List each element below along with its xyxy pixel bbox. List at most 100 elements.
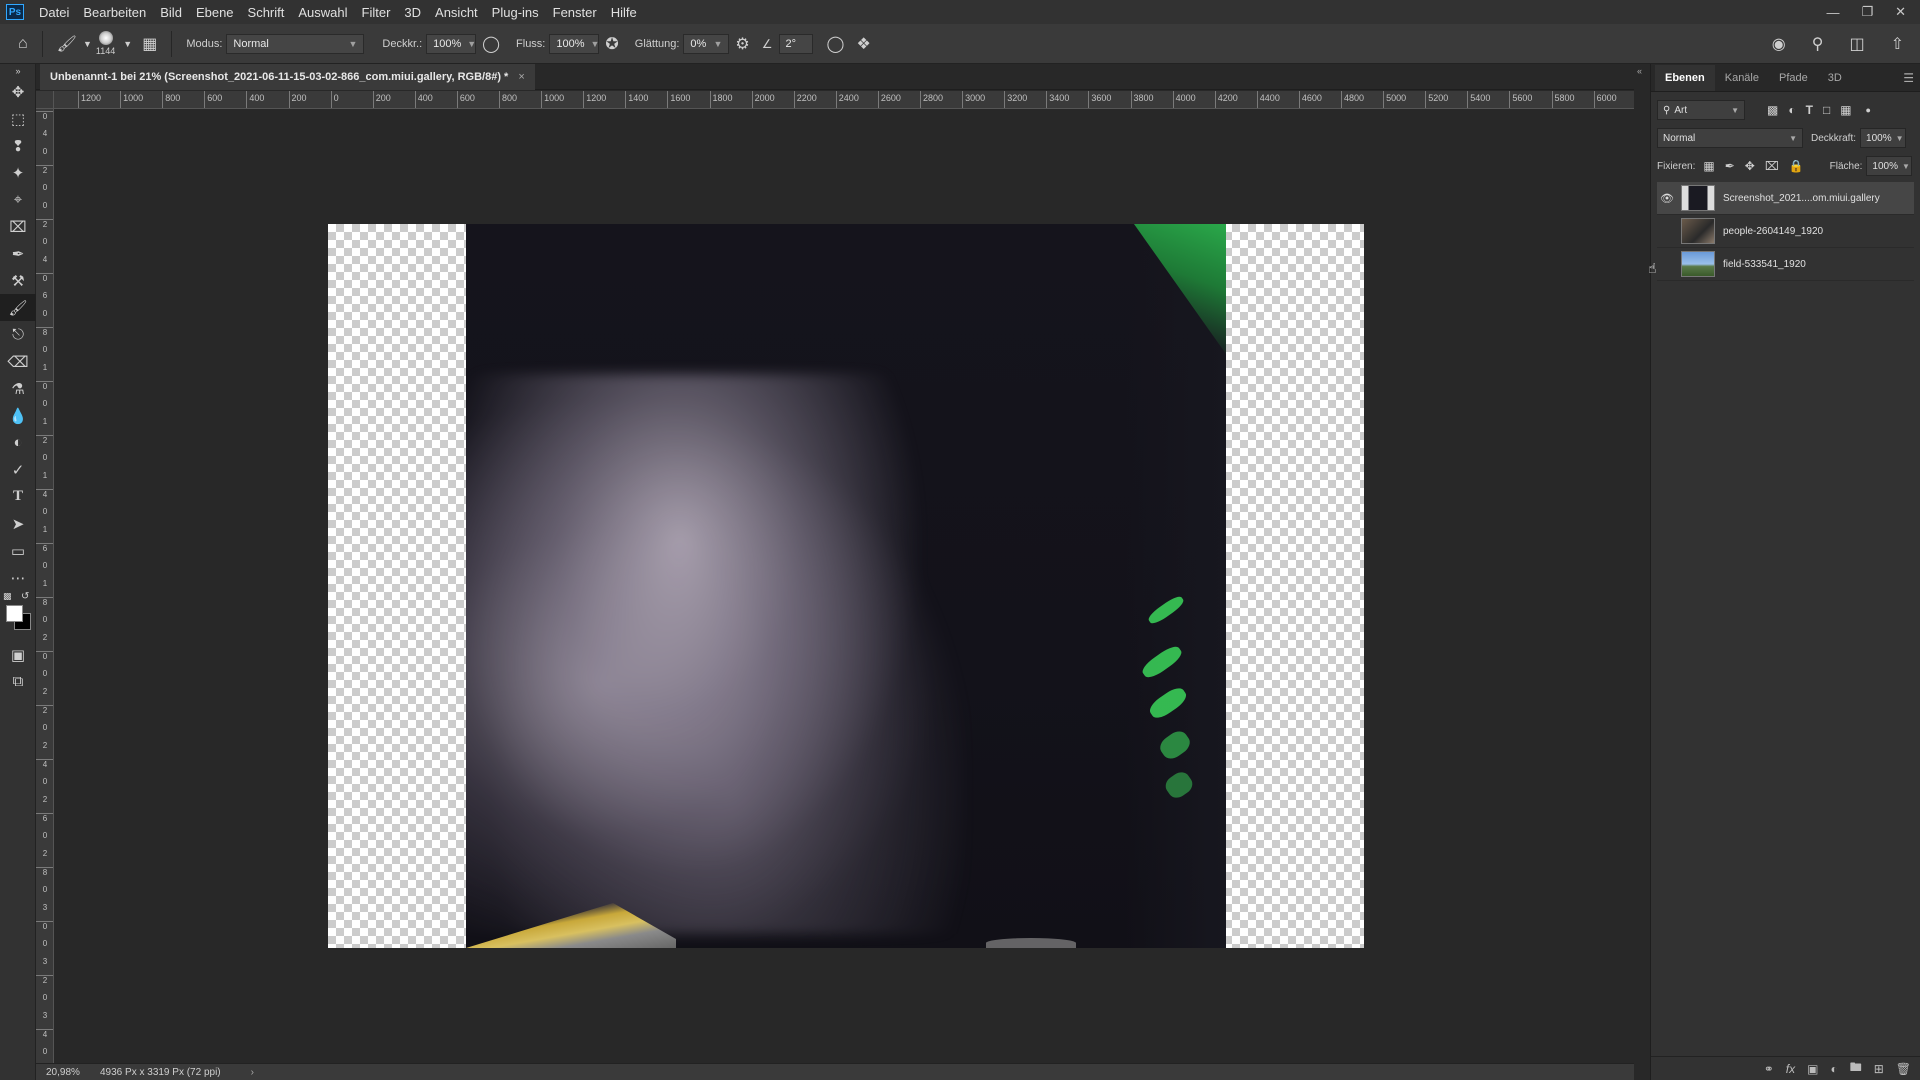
lock-transparency-icon[interactable]: ▦ <box>1703 159 1714 173</box>
opacity-field[interactable]: 100% ▼ <box>426 33 476 54</box>
pen-tool-icon[interactable]: ✓ <box>0 456 36 483</box>
lock-artboard-icon[interactable]: ⌧ <box>1765 159 1779 173</box>
collapse-panels-icon[interactable]: « <box>1637 66 1642 76</box>
link-layers-icon[interactable]: ⚭ <box>1764 1062 1774 1076</box>
close-window-icon[interactable]: ✕ <box>1895 4 1906 20</box>
new-group-icon[interactable]: 🖿 <box>1850 1058 1862 1079</box>
symmetry-butterfly-icon[interactable]: ❖ <box>856 34 870 54</box>
screen-mode-icon[interactable]: ⧉ <box>0 668 36 695</box>
brush-preset-picker[interactable]: 1144 <box>96 31 115 56</box>
filter-smart-object-icon[interactable]: ▦ <box>1840 103 1851 117</box>
brush-tool-icon[interactable]: 🖌 <box>0 294 36 321</box>
lock-position-icon[interactable]: ✥ <box>1745 159 1755 173</box>
path-selection-tool-icon[interactable]: ➤ <box>0 510 36 537</box>
lock-all-icon[interactable]: 🔒 <box>1789 159 1804 173</box>
eyedropper-tool-icon[interactable]: ✒ <box>0 240 36 267</box>
document-canvas[interactable] <box>328 224 1364 948</box>
panel-menu-icon[interactable]: ☰ <box>1903 71 1914 85</box>
horizontal-ruler[interactable]: 1200 1000 800 600 400 200 0 200 400 600 800 1000 120… <box>54 91 1634 109</box>
minimize-icon[interactable]: — <box>1826 5 1839 20</box>
layer-row[interactable]: 👁 people-2604149_1920 <box>1657 215 1914 248</box>
more-tools-icon[interactable]: ⋯ <box>0 564 36 591</box>
brush-tool-preset-icon[interactable]: 🖌 <box>57 34 77 54</box>
eraser-tool-icon[interactable]: ⌫ <box>0 348 36 375</box>
filter-type-icon[interactable]: T <box>1806 103 1813 117</box>
eye-icon[interactable]: 👁 <box>1657 225 1677 238</box>
restore-icon[interactable]: ❐ <box>1861 4 1873 20</box>
lasso-tool-icon[interactable]: ❢ <box>0 132 36 159</box>
filter-toggle-icon[interactable]: ● <box>1866 105 1871 115</box>
frame-tool-icon[interactable]: ⌧ <box>0 213 36 240</box>
cloud-docs-icon[interactable]: ◉ <box>1772 34 1786 54</box>
add-mask-icon[interactable]: ▣ <box>1807 1062 1818 1076</box>
filter-shape-icon[interactable]: □ <box>1823 103 1830 117</box>
clone-stamp-tool-icon[interactable]: ⎋ <box>0 321 36 348</box>
blend-mode-select[interactable]: Normal ▼ <box>1657 128 1803 148</box>
move-tool-icon[interactable]: ✥ <box>0 78 36 105</box>
home-icon[interactable]: ⌂ <box>18 35 28 53</box>
delete-layer-icon[interactable]: 🗑 <box>1896 1062 1911 1076</box>
menu-bearbeiten[interactable]: Bearbeiten <box>76 5 153 20</box>
menu-hilfe[interactable]: Hilfe <box>604 5 644 20</box>
type-tool-icon[interactable]: T <box>0 483 36 510</box>
smoothing-field[interactable]: 0% ▼ <box>683 33 730 54</box>
share-icon[interactable]: ⇧ <box>1891 34 1904 54</box>
menu-ansicht[interactable]: Ansicht <box>428 5 485 20</box>
canvas-area[interactable] <box>54 109 1634 1063</box>
menu-filter[interactable]: Filter <box>355 5 398 20</box>
tab-3d[interactable]: 3D <box>1818 65 1852 91</box>
tab-ebenen[interactable]: Ebenen <box>1655 65 1715 91</box>
pressure-opacity-icon[interactable]: ◯ <box>482 34 500 54</box>
magic-wand-tool-icon[interactable]: ✦ <box>0 159 36 186</box>
menu-schrift[interactable]: Schrift <box>241 5 292 20</box>
angle-field[interactable]: 2° <box>778 33 813 54</box>
tab-pfade[interactable]: Pfade <box>1769 65 1818 91</box>
smoothing-settings-gear-icon[interactable]: ⚙ <box>735 34 749 54</box>
filter-pixel-icon[interactable]: ▩ <box>1767 103 1778 117</box>
airbrush-icon[interactable]: ✪ <box>605 34 618 54</box>
brush-settings-icon[interactable]: ▦ <box>142 34 157 54</box>
collapse-toolbar-icon[interactable]: » <box>0 64 36 78</box>
new-layer-icon[interactable]: ⊞ <box>1874 1062 1884 1076</box>
layer-row[interactable]: 👁 field-533541_1920 <box>1657 248 1914 281</box>
chevron-down-icon[interactable]: ▼ <box>83 39 92 49</box>
status-menu-arrow[interactable]: › <box>251 1067 254 1078</box>
layer-style-fx-icon[interactable]: fx <box>1786 1062 1795 1076</box>
menu-auswahl[interactable]: Auswahl <box>291 5 354 20</box>
default-colors-icon[interactable]: ▩ <box>3 591 12 602</box>
eye-icon[interactable]: 👁 <box>1657 258 1677 271</box>
quick-mask-icon[interactable]: ▣ <box>0 641 36 668</box>
menu-3d[interactable]: 3D <box>397 5 428 20</box>
dodge-tool-icon[interactable]: ◐ <box>0 429 36 456</box>
menu-ebene[interactable]: Ebene <box>189 5 241 20</box>
close-icon[interactable]: × <box>518 71 524 83</box>
layer-filter-select[interactable]: ⚲ Art ▼ <box>1657 100 1745 120</box>
filter-adjustment-icon[interactable]: ◐ <box>1788 103 1795 117</box>
zoom-level[interactable]: 20,98% <box>36 1067 86 1078</box>
lock-pixels-icon[interactable]: ✒ <box>1725 159 1735 173</box>
menu-datei[interactable]: Datei <box>32 5 76 20</box>
chevron-down-icon[interactable]: ▼ <box>123 39 132 49</box>
foreground-color-swatch[interactable] <box>6 605 23 622</box>
eye-icon[interactable]: 👁 <box>1657 192 1677 205</box>
tab-kanaele[interactable]: Kanäle <box>1715 65 1769 91</box>
rectangle-tool-icon[interactable]: ▭ <box>0 537 36 564</box>
crop-tool-icon[interactable]: ⌖ <box>0 186 36 213</box>
vertical-ruler[interactable]: 0 4 0 2 0 0 2 0 4 0 6 0 8 0 1 0 0 1 2 0 1 4 0 1 6 0 1 8 0 2 0 0 2 2 0 2 4 0 2 6… <box>36 109 54 1063</box>
menu-bild[interactable]: Bild <box>153 5 189 20</box>
layer-row[interactable]: 👁 Screenshot_2021....om.miui.gallery <box>1657 182 1914 215</box>
menu-plugins[interactable]: Plug-ins <box>485 5 546 20</box>
layer-opacity-field[interactable]: 100% ▼ <box>1860 128 1907 148</box>
ruler-origin[interactable] <box>36 91 54 109</box>
marquee-tool-icon[interactable]: ⬚ <box>0 105 36 132</box>
healing-brush-tool-icon[interactable]: ⚒ <box>0 267 36 294</box>
search-icon[interactable]: ⚲ <box>1812 34 1824 54</box>
adjustment-layer-icon[interactable]: ◐ <box>1830 1062 1837 1076</box>
document-tab[interactable]: Unbenannt-1 bei 21% (Screenshot_2021-06-… <box>40 64 535 90</box>
blur-tool-icon[interactable]: 💧 <box>0 402 36 429</box>
fill-field[interactable]: 100% ▼ <box>1866 156 1913 176</box>
flow-field[interactable]: 100% ▼ <box>549 33 599 54</box>
pressure-size-icon[interactable]: ◯ <box>827 34 845 54</box>
workspace-icon[interactable]: ◫ <box>1849 34 1864 54</box>
paint-bucket-tool-icon[interactable]: ⚗ <box>0 375 36 402</box>
